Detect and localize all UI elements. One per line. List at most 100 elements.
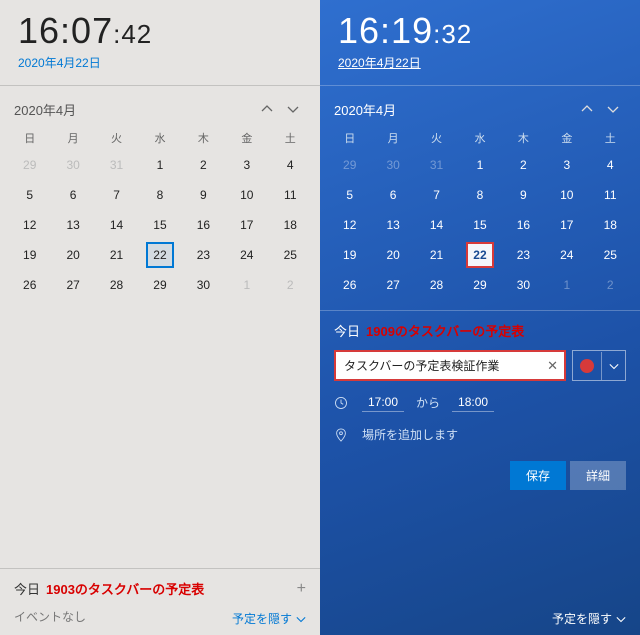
calendar-day[interactable]: 14	[415, 210, 458, 240]
time-separator: から	[416, 394, 440, 411]
calendar-day[interactable]: 29	[458, 270, 501, 300]
calendar-day[interactable]: 9	[502, 180, 545, 210]
calendar-day[interactable]: 11	[269, 180, 312, 210]
calendar-day[interactable]: 6	[371, 180, 414, 210]
event-title-wrap: タスクバーの予定表検証作業 ✕	[334, 350, 566, 381]
calendar-day[interactable]: 29	[328, 150, 371, 180]
calendar-day[interactable]: 13	[371, 210, 414, 240]
calendar-day[interactable]: 26	[8, 270, 51, 300]
calendar-picker-dropdown[interactable]	[601, 352, 625, 380]
calendar-day[interactable]: 11	[589, 180, 632, 210]
dow-header: 土	[589, 126, 632, 150]
calendar-day[interactable]: 22	[458, 240, 501, 270]
calendar-day[interactable]: 28	[95, 270, 138, 300]
calendar-day[interactable]: 25	[589, 240, 632, 270]
add-event-button[interactable]: +	[297, 580, 306, 598]
calendar-day[interactable]: 19	[328, 240, 371, 270]
clock: 16:07:42	[18, 10, 302, 52]
start-time-input[interactable]: 17:00	[362, 393, 404, 412]
month-label[interactable]: 2020年4月	[334, 100, 574, 119]
calendar-day[interactable]: 1	[545, 270, 588, 300]
calendar-day[interactable]: 3	[225, 150, 268, 180]
calendar-day[interactable]: 12	[328, 210, 371, 240]
date-link[interactable]: 2020年4月22日	[338, 54, 622, 71]
calendar-day[interactable]: 8	[458, 180, 501, 210]
calendar-day[interactable]: 29	[138, 270, 181, 300]
calendar-day[interactable]: 21	[415, 240, 458, 270]
calendar-day[interactable]: 28	[415, 270, 458, 300]
calendar-day[interactable]: 24	[225, 240, 268, 270]
detail-button[interactable]: 詳細	[570, 461, 626, 490]
calendar-day[interactable]: 26	[328, 270, 371, 300]
chevron-down-icon	[616, 614, 626, 624]
calendar-day[interactable]: 2	[589, 270, 632, 300]
calendar-day[interactable]: 24	[545, 240, 588, 270]
end-time-input[interactable]: 18:00	[452, 393, 494, 412]
calendar-day[interactable]: 9	[182, 180, 225, 210]
calendar-color-dot	[580, 359, 594, 373]
date-link[interactable]: 2020年4月22日	[18, 54, 302, 71]
calendar-day[interactable]: 25	[269, 240, 312, 270]
calendar-day[interactable]: 22	[138, 240, 181, 270]
annotation-text: 1909のタスクバーの予定表	[366, 321, 524, 340]
calendar-day[interactable]: 30	[182, 270, 225, 300]
calendar-day[interactable]: 30	[51, 150, 94, 180]
calendar-day[interactable]: 31	[95, 150, 138, 180]
calendar-day[interactable]: 10	[225, 180, 268, 210]
calendar-day[interactable]: 1	[225, 270, 268, 300]
next-month-button[interactable]	[600, 96, 626, 122]
prev-month-button[interactable]	[574, 96, 600, 122]
month-label[interactable]: 2020年4月	[14, 100, 254, 119]
calendar-day[interactable]: 27	[51, 270, 94, 300]
calendar-day[interactable]: 27	[371, 270, 414, 300]
calendar-day[interactable]: 4	[589, 150, 632, 180]
calendar-day[interactable]: 23	[502, 240, 545, 270]
calendar-day[interactable]: 31	[415, 150, 458, 180]
location-input[interactable]: 場所を追加します	[362, 426, 458, 443]
calendar-day[interactable]: 1	[138, 150, 181, 180]
calendar-day[interactable]: 12	[8, 210, 51, 240]
calendar-day[interactable]: 16	[182, 210, 225, 240]
calendar-day[interactable]: 5	[8, 180, 51, 210]
calendar-day[interactable]: 1	[458, 150, 501, 180]
chevron-down-icon	[607, 103, 619, 115]
calendar-day[interactable]: 20	[371, 240, 414, 270]
calendar-day[interactable]: 6	[51, 180, 94, 210]
calendar-day[interactable]: 21	[95, 240, 138, 270]
next-month-button[interactable]	[280, 96, 306, 122]
calendar-day[interactable]: 15	[138, 210, 181, 240]
calendar-day[interactable]: 14	[95, 210, 138, 240]
calendar-day[interactable]: 18	[269, 210, 312, 240]
calendar-day[interactable]: 17	[545, 210, 588, 240]
calendar-day[interactable]: 7	[415, 180, 458, 210]
event-title-input[interactable]: タスクバーの予定表検証作業	[334, 350, 566, 381]
calendar-day[interactable]: 16	[502, 210, 545, 240]
calendar-day[interactable]: 2	[182, 150, 225, 180]
clear-input-button[interactable]: ✕	[547, 358, 558, 374]
prev-month-button[interactable]	[254, 96, 280, 122]
calendar-day[interactable]: 29	[8, 150, 51, 180]
calendar-day[interactable]: 5	[328, 180, 371, 210]
calendar-day[interactable]: 15	[458, 210, 501, 240]
calendar-day[interactable]: 19	[8, 240, 51, 270]
save-button[interactable]: 保存	[510, 461, 566, 490]
calendar-day[interactable]: 18	[589, 210, 632, 240]
calendar-day[interactable]: 2	[502, 150, 545, 180]
calendar-day[interactable]: 4	[269, 150, 312, 180]
calendar-day[interactable]: 23	[182, 240, 225, 270]
calendar-day[interactable]: 2	[269, 270, 312, 300]
calendar-day[interactable]: 17	[225, 210, 268, 240]
location-icon	[334, 428, 350, 442]
calendar-day[interactable]: 7	[95, 180, 138, 210]
calendar-day[interactable]: 3	[545, 150, 588, 180]
dow-header: 月	[51, 126, 94, 150]
calendar-color-picker[interactable]	[572, 350, 626, 381]
hide-agenda-button[interactable]: 予定を隠す	[232, 610, 306, 627]
calendar-day[interactable]: 30	[502, 270, 545, 300]
calendar-day[interactable]: 30	[371, 150, 414, 180]
hide-agenda-button[interactable]: 予定を隠す	[552, 610, 626, 627]
calendar-day[interactable]: 8	[138, 180, 181, 210]
calendar-day[interactable]: 20	[51, 240, 94, 270]
calendar-day[interactable]: 13	[51, 210, 94, 240]
calendar-day[interactable]: 10	[545, 180, 588, 210]
